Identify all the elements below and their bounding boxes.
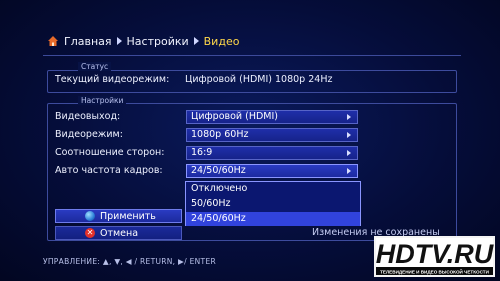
- video-mode-select[interactable]: 1080p 60Hz: [186, 128, 358, 142]
- aspect-ratio-select[interactable]: 16:9: [186, 146, 358, 160]
- apply-label: Применить: [100, 210, 156, 222]
- auto-framerate-value: 24/50/60Hz: [191, 165, 246, 176]
- chevron-right-icon: [347, 132, 351, 138]
- logo-brand: HDTV.RU: [376, 239, 495, 269]
- dropdown-option-50-60[interactable]: 50/60Hz: [186, 197, 360, 211]
- auto-framerate-select[interactable]: 24/50/60Hz: [186, 164, 358, 178]
- video-output-select[interactable]: Цифровой (HDMI): [186, 110, 358, 124]
- breadcrumb: Главная Настройки Видео: [47, 33, 239, 49]
- logo-tagline: ТЕЛЕВИДЕНИЕ И ВИДЕО ВЫСОКОЙ ЧЕТКОСТИ: [380, 268, 489, 275]
- chevron-right-icon: [347, 168, 351, 174]
- breadcrumb-arrow-icon: [193, 37, 199, 45]
- status-value: Цифровой (HDMI) 1080p 24Hz: [185, 74, 333, 85]
- aspect-ratio-label: Соотношение сторон:: [55, 147, 165, 158]
- aspect-ratio-value: 16:9: [191, 147, 213, 158]
- video-output-value: Цифровой (HDMI): [191, 111, 278, 122]
- framerate-dropdown: Отключено 50/60Hz 24/50/60Hz: [185, 181, 361, 226]
- dropdown-option-off[interactable]: Отключено: [186, 182, 360, 196]
- close-icon: ✕: [85, 228, 95, 238]
- breadcrumb-video: Видео: [203, 34, 240, 48]
- home-icon: [48, 36, 58, 46]
- video-output-label: Видеовыход:: [55, 111, 121, 122]
- cancel-label: Отмена: [100, 227, 139, 239]
- video-mode-value: 1080p 60Hz: [191, 129, 249, 140]
- chevron-right-icon: [347, 150, 351, 156]
- apply-button[interactable]: Применить: [55, 209, 182, 223]
- status-group-title: Статус: [78, 62, 112, 71]
- breadcrumb-home[interactable]: Главная: [64, 35, 112, 48]
- controls-hint: УПРАВЛЕНИЕ: ▲, ▼, ◀ / RETURN, ▶/ ENTER: [43, 257, 216, 266]
- chevron-right-icon: [347, 114, 351, 120]
- settings-group-title: Настройки: [78, 96, 127, 105]
- video-mode-label: Видеорежим:: [55, 129, 123, 140]
- header-divider: [43, 55, 461, 56]
- cancel-button[interactable]: ✕ Отмена: [55, 226, 182, 240]
- auto-framerate-label: Авто частота кадров:: [55, 165, 163, 176]
- status-label: Текущий видеорежим:: [55, 74, 170, 85]
- dropdown-option-24-50-60[interactable]: 24/50/60Hz: [186, 212, 360, 226]
- breadcrumb-settings[interactable]: Настройки: [127, 35, 189, 48]
- globe-icon: [85, 211, 95, 221]
- breadcrumb-arrow-icon: [116, 37, 122, 45]
- hdtv-logo: HDTV.RU ТЕЛЕВИДЕНИЕ И ВИДЕО ВЫСОКОЙ ЧЕТК…: [374, 236, 495, 277]
